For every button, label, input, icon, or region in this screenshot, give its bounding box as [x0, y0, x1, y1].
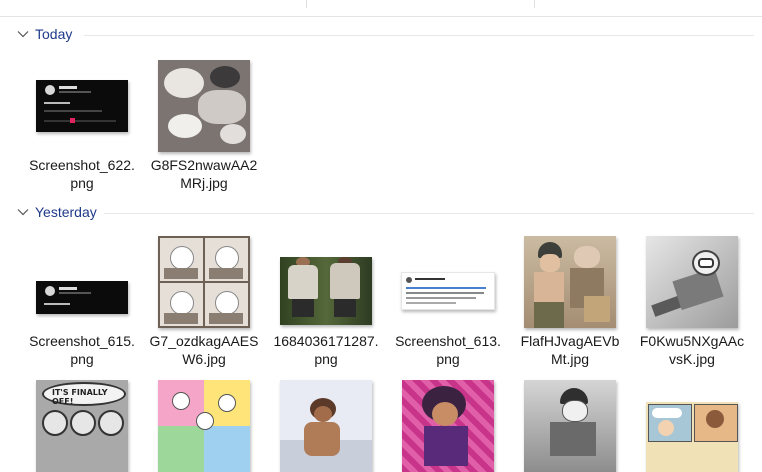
file-thumbnail — [36, 80, 128, 132]
file-thumbnail — [280, 257, 372, 325]
chevron-down-icon — [17, 31, 29, 38]
file-name: FlafHJvagAEVbMt.jpg — [520, 333, 620, 367]
thumbnail-frame — [637, 232, 747, 332]
file-thumbnail — [646, 236, 738, 328]
file-thumbnail: IT'S FINALLY OFF! — [36, 380, 128, 472]
file-thumbnail — [36, 280, 128, 314]
thumbnail-frame — [393, 232, 503, 332]
file-thumbnail — [401, 272, 495, 310]
column-header-bar — [0, 0, 762, 17]
thumbnail-frame — [149, 232, 259, 332]
file-name: Screenshot_613.png — [395, 333, 501, 367]
group-divider — [104, 213, 754, 214]
file-name: F0Kwu5NXgAAcvsK.jpg — [639, 333, 745, 367]
thumbnail-text: IT'S FINALLY OFF! — [52, 388, 108, 406]
group-header-today[interactable]: Today — [16, 24, 72, 44]
group-label: Today — [35, 26, 73, 42]
chevron-down-icon — [17, 209, 29, 216]
thumbnail-frame — [515, 232, 625, 332]
thumbnail-frame — [27, 56, 137, 156]
file-thumbnail — [402, 380, 494, 472]
column-divider[interactable] — [534, 0, 535, 8]
file-thumbnail — [158, 236, 250, 328]
thumbnail-frame — [149, 56, 259, 156]
file-thumbnail — [524, 380, 616, 472]
group-header-yesterday[interactable]: Yesterday — [16, 202, 97, 222]
file-name: Screenshot_615.png — [29, 333, 135, 367]
file-name: 1684036171287.png — [273, 333, 379, 367]
thumbnail-frame — [271, 232, 381, 332]
file-thumbnail — [524, 236, 616, 328]
file-thumbnail — [158, 60, 250, 152]
group-divider — [84, 35, 754, 36]
file-thumbnail — [646, 402, 738, 472]
thumbnail-frame — [27, 232, 137, 332]
file-name: G8FS2nwawAA2MRj.jpg — [150, 157, 258, 191]
file-thumbnail — [280, 380, 372, 472]
file-thumbnail — [158, 380, 250, 472]
group-label: Yesterday — [35, 204, 97, 220]
file-name: Screenshot_622.png — [29, 157, 135, 191]
column-divider[interactable] — [306, 0, 307, 8]
file-name: G7_ozdkagAAESW6.jpg — [149, 333, 259, 367]
